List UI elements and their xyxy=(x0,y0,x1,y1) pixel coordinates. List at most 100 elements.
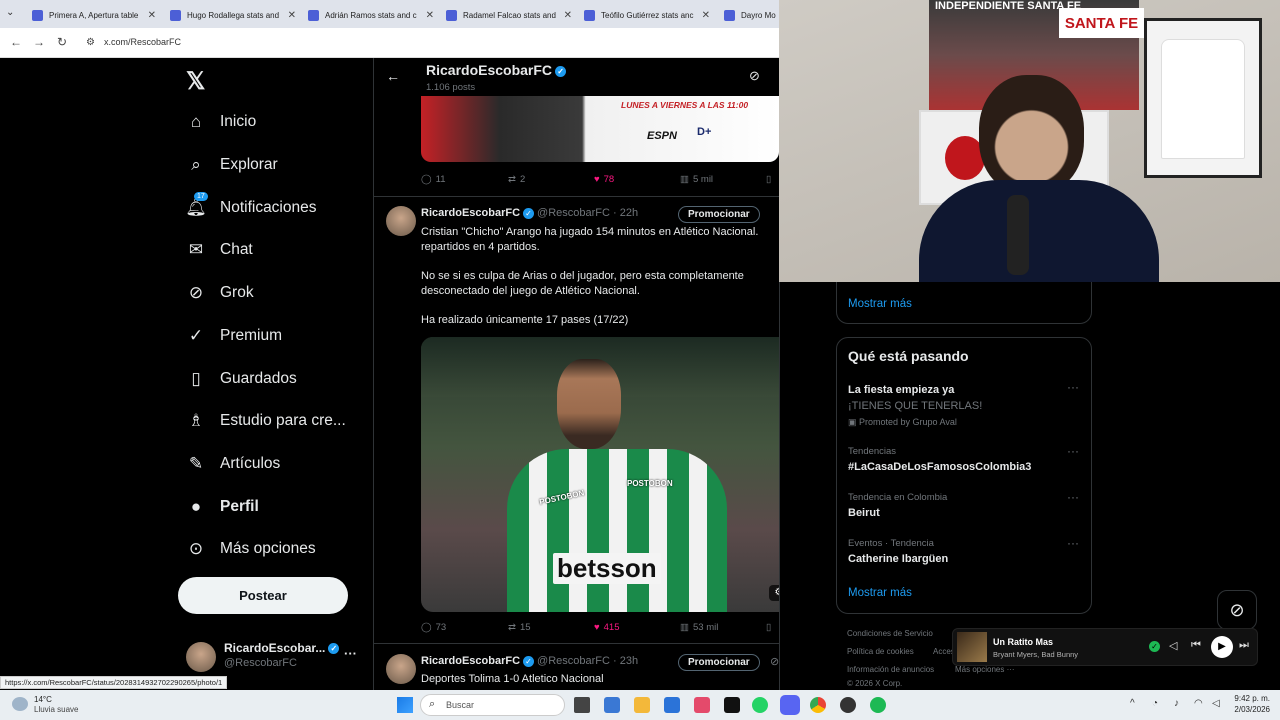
tiktok-dark-icon[interactable] xyxy=(724,697,740,713)
weather-temp[interactable]: 14°C xyxy=(34,695,52,704)
tab-close-icon[interactable]: ✕ xyxy=(148,10,156,21)
url-field[interactable]: x.com/RescobarFC xyxy=(104,37,181,47)
volume-icon[interactable]: ◁ xyxy=(1169,639,1177,652)
post-time[interactable]: · 23h xyxy=(613,655,638,667)
promote-button[interactable]: Promocionar xyxy=(678,206,760,223)
sidebar-item-perfil[interactable]: ● Perfil xyxy=(186,497,259,517)
reload-icon[interactable]: ↻ xyxy=(57,35,67,49)
footer-link-ads[interactable]: Información de anuncios xyxy=(847,665,934,674)
show-more-link[interactable]: Mostrar más xyxy=(848,587,912,599)
bookmark-button[interactable]: ▯ xyxy=(766,622,771,633)
browser-tab[interactable]: Adrián Ramos stats and c ✕ xyxy=(304,4,438,26)
grok-image-icon[interactable]: ⚙ xyxy=(769,585,779,601)
browser-tab[interactable]: Teófilo Gutiérrez stats anc ✕ xyxy=(580,4,714,26)
back-icon[interactable]: ← xyxy=(10,35,22,49)
forward-icon[interactable]: → xyxy=(33,35,45,49)
file-explorer-icon[interactable] xyxy=(634,697,650,713)
spotify-icon[interactable] xyxy=(870,697,886,713)
trend-item[interactable]: Tendencias #LaCasaDeLosFamososColombia3 … xyxy=(837,442,1091,482)
show-more-link[interactable]: Mostrar más xyxy=(848,298,912,310)
speaker-icon[interactable]: ◁ xyxy=(1212,698,1220,709)
sidebar-item-notificaciones[interactable]: 🔔︎ 17 Notificaciones xyxy=(185,192,317,218)
reply-button[interactable]: ◯ 73 xyxy=(421,622,446,633)
obs-icon[interactable] xyxy=(840,697,856,713)
views-button[interactable]: ▥ 5 mil xyxy=(680,174,713,185)
previous-icon[interactable]: ⏮︎ xyxy=(1191,639,1201,652)
network-icon[interactable]: ◔ xyxy=(1152,698,1158,709)
post-avatar[interactable] xyxy=(386,206,416,236)
clock-date[interactable]: 2/03/2026 xyxy=(1230,705,1270,714)
play-button[interactable]: ▶ xyxy=(1211,636,1233,658)
promote-button[interactable]: Promocionar xyxy=(678,654,760,671)
footer-link-accessibility[interactable]: Accesibilidad xyxy=(933,647,953,656)
sidebar-item-estudio[interactable]: ♗ Estudio para cre... xyxy=(186,411,345,431)
next-icon[interactable]: ⏭︎ xyxy=(1239,639,1249,652)
sidebar-item-grok[interactable]: ⊘ Grok xyxy=(186,283,254,303)
post-author[interactable]: RicardoEscobarFC xyxy=(421,655,520,667)
store-icon[interactable] xyxy=(664,697,680,713)
sidebar-item-chat[interactable]: ✉ Chat xyxy=(186,240,253,260)
edge-browser-icon[interactable] xyxy=(604,697,620,713)
weather-desc[interactable]: Lluvia suave xyxy=(34,705,78,714)
post-time[interactable]: · 22h xyxy=(613,207,638,219)
trend-item[interactable]: Tendencia en Colombia Beirut ··· xyxy=(837,488,1091,528)
task-view-icon[interactable] xyxy=(574,697,590,713)
browser-tab[interactable]: Radamel Falcao stats and ✕ xyxy=(442,4,576,26)
trend-more-icon[interactable]: ··· xyxy=(1067,490,1079,504)
sidebar-item-premium[interactable]: ✓ Premium xyxy=(186,326,282,346)
post-button[interactable]: Postear xyxy=(178,577,348,614)
mic-icon[interactable]: ♪ xyxy=(1174,698,1179,709)
tab-list-chevron-icon[interactable]: ⌄ xyxy=(6,7,14,18)
account-avatar[interactable] xyxy=(186,642,216,672)
like-button[interactable]: ♥ 415 xyxy=(594,622,620,633)
footer-link-cookies[interactable]: Política de cookies xyxy=(847,647,914,656)
bookmark-button[interactable]: ▯ xyxy=(766,174,771,185)
x-logo-icon[interactable]: 𝕏 xyxy=(186,67,205,96)
tab-close-icon[interactable]: ✕ xyxy=(288,10,296,21)
repost-button[interactable]: ⇄ 15 xyxy=(508,622,531,633)
tab-close-icon[interactable]: ✕ xyxy=(564,10,572,21)
post-author[interactable]: RicardoEscobarFC xyxy=(421,207,520,219)
sidebar-item-articulos[interactable]: ✎ Artículos xyxy=(186,454,280,474)
trend-more-icon[interactable]: ··· xyxy=(1067,444,1079,458)
sidebar-item-mas-opciones[interactable]: ⊙ Más opciones xyxy=(186,539,316,559)
back-arrow-icon[interactable]: ← xyxy=(386,68,400,84)
windows-start-icon[interactable] xyxy=(397,697,413,713)
browser-tab[interactable]: Hugo Rodallega stats and ✕ xyxy=(166,4,300,26)
chrome-icon[interactable] xyxy=(810,697,826,713)
browser-tab[interactable]: Dayro Mo xyxy=(720,4,780,26)
grok-icon[interactable]: ⊘ xyxy=(770,655,779,668)
post-handle[interactable]: @RescobarFC xyxy=(537,207,610,219)
tray-chevron-icon[interactable]: ^ xyxy=(1130,698,1135,709)
whatsapp-icon[interactable] xyxy=(752,697,768,713)
account-name[interactable]: RicardoEscobar... ✓ xyxy=(224,641,342,655)
wifi-icon[interactable]: ◠ xyxy=(1194,698,1203,709)
grok-float-button[interactable]: ⊘ xyxy=(1217,590,1257,630)
reply-button[interactable]: ◯ 11 xyxy=(421,174,446,185)
clock-time[interactable]: 9:42 p. m. xyxy=(1230,694,1270,703)
account-more-icon[interactable]: ··· xyxy=(344,646,357,661)
liked-check-icon[interactable]: ✓ xyxy=(1149,641,1160,652)
site-info-icon[interactable]: ⚙ xyxy=(86,37,95,48)
trend-item[interactable]: La fiesta empieza ya ¡TIENES QUE TENERLA… xyxy=(837,378,1091,434)
trend-item[interactable]: Eventos · Tendencia Catherine Ibargüen ·… xyxy=(837,534,1091,574)
sidebar-item-explorar[interactable]: ⌕ Explorar xyxy=(186,155,277,175)
tiktok-icon[interactable] xyxy=(694,697,710,713)
post-image[interactable]: POSTOBON POSTOBON betsson ⚙ xyxy=(421,337,779,612)
sidebar-item-guardados[interactable]: ▯ Guardados xyxy=(186,369,296,389)
grok-icon[interactable]: ⊘ xyxy=(749,68,760,84)
footer-link-terms[interactable]: Condiciones de Servicio xyxy=(847,629,933,638)
post-handle[interactable]: @RescobarFC xyxy=(537,655,610,667)
sidebar-item-inicio[interactable]: ⌂ Inicio xyxy=(186,112,256,132)
discord-icon[interactable] xyxy=(780,695,800,715)
tab-close-icon[interactable]: ✕ xyxy=(426,10,434,21)
like-button[interactable]: ♥ 78 xyxy=(594,174,614,185)
tab-close-icon[interactable]: ✕ xyxy=(702,10,710,21)
views-button[interactable]: ▥ 53 mil xyxy=(680,622,718,633)
trend-more-icon[interactable]: ··· xyxy=(1067,380,1079,394)
trend-more-icon[interactable]: ··· xyxy=(1067,536,1079,550)
taskbar-search[interactable]: ⌕ Buscar xyxy=(420,694,565,716)
footer-link-more[interactable]: Más opciones ··· xyxy=(955,665,1015,674)
browser-tab[interactable]: Primera A, Apertura table ✕ xyxy=(28,4,160,26)
prev-post-media[interactable]: LUNES A VIERNES A LAS 11:00 ESPN D+ xyxy=(421,96,779,162)
